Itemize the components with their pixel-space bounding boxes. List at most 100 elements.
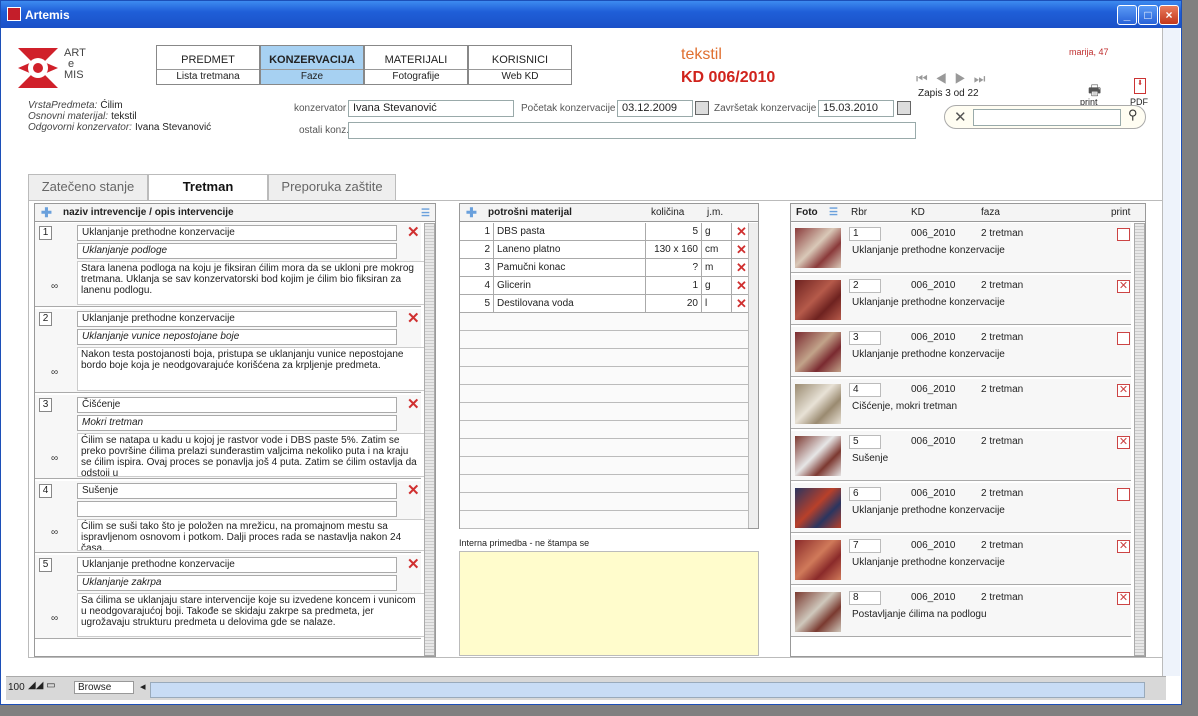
intervention-description[interactable]: Ćilim se natapa u kadu u kojoj je rastvo…: [77, 433, 425, 477]
photo-description[interactable]: Uklanjanje prethodne konzervacije: [849, 349, 1131, 363]
nav-subtab-label[interactable]: Web KD: [469, 69, 571, 84]
nav-tab-predmet[interactable]: PREDMET Lista tretmana: [156, 45, 260, 85]
print-checkbox[interactable]: ✕: [1117, 436, 1130, 449]
intervention-name-field[interactable]: Čišćenje: [77, 397, 397, 413]
delete-material-icon[interactable]: ✕: [736, 260, 747, 275]
calendar-icon[interactable]: [897, 101, 911, 115]
photo-thumbnail[interactable]: [795, 436, 841, 476]
clear-search-icon[interactable]: ✕: [954, 108, 967, 126]
delete-intervention-icon[interactable]: ✕: [407, 557, 420, 572]
photo-rbr[interactable]: 7: [849, 539, 881, 553]
photo-rbr[interactable]: 4: [849, 383, 881, 397]
glasses-icon[interactable]: ∞: [51, 453, 58, 464]
zoom-controls-icon[interactable]: ◢◢ ▭: [28, 680, 56, 691]
material-unit[interactable]: cm: [702, 241, 732, 259]
konzervator-field[interactable]: Ivana Stevanović: [348, 100, 514, 117]
intervention-name-field[interactable]: Uklanjanje prethodne konzervacije: [77, 225, 397, 241]
tab-tretman[interactable]: Tretman: [148, 174, 268, 200]
list-icon[interactable]: ☰: [421, 205, 430, 222]
ostali-field[interactable]: [348, 122, 916, 139]
photo-rbr[interactable]: 5: [849, 435, 881, 449]
delete-intervention-icon[interactable]: ✕: [407, 311, 420, 326]
intervention-name-field[interactable]: Uklanjanje prethodne konzervacije: [77, 557, 397, 573]
nav-tab-korisnici[interactable]: KORISNICI Web KD: [468, 45, 572, 85]
print-checkbox[interactable]: [1117, 228, 1130, 241]
print-checkbox[interactable]: ✕: [1117, 280, 1130, 293]
material-name[interactable]: Glicerin: [494, 277, 646, 295]
material-qty[interactable]: ?: [646, 259, 702, 277]
photo-description[interactable]: Sušenje: [849, 453, 1131, 467]
tab-zateceno-stanje[interactable]: Zatečeno stanje: [28, 174, 148, 200]
material-name[interactable]: DBS pasta: [494, 223, 646, 241]
intervention-description[interactable]: Sa ćilima se uklanjaju stare intervencij…: [77, 593, 425, 637]
print-checkbox[interactable]: ✕: [1117, 384, 1130, 397]
intervention-description[interactable]: Stara lanena podloga na koju je fiksiran…: [77, 261, 425, 305]
delete-material-icon[interactable]: ✕: [736, 242, 747, 257]
material-qty[interactable]: 130 x 160: [646, 241, 702, 259]
print-checkbox[interactable]: ✕: [1117, 592, 1130, 605]
close-button[interactable]: ×: [1159, 5, 1179, 25]
nav-subtab-label[interactable]: Lista tretmana: [157, 69, 259, 84]
photo-rbr[interactable]: 2: [849, 279, 881, 293]
nav-tab-materijali[interactable]: MATERIJALI Fotografije: [364, 45, 468, 85]
maximize-button[interactable]: □: [1138, 5, 1158, 25]
photo-description[interactable]: Uklanjanje prethodne konzervacije: [849, 505, 1131, 519]
delete-material-icon[interactable]: ✕: [736, 278, 747, 293]
material-unit[interactable]: g: [702, 223, 732, 241]
print-checkbox[interactable]: ✕: [1117, 540, 1130, 553]
photo-description[interactable]: Postavljanje ćilima na podlogu: [849, 609, 1131, 623]
delete-material-icon[interactable]: ✕: [736, 224, 747, 239]
add-material-icon[interactable]: ✚: [466, 204, 477, 221]
photo-thumbnail[interactable]: [795, 488, 841, 528]
print-checkbox[interactable]: [1117, 332, 1130, 345]
photo-thumbnail[interactable]: [795, 280, 841, 320]
intervention-description[interactable]: Ćilim se suši tako što je položen na mre…: [77, 519, 425, 551]
photo-rbr[interactable]: 8: [849, 591, 881, 605]
photos-scrollbar[interactable]: [1134, 223, 1145, 656]
delete-intervention-icon[interactable]: ✕: [407, 483, 420, 498]
nav-subtab-label[interactable]: Fotografije: [365, 69, 467, 84]
photo-description[interactable]: Čišćenje, mokri tretman: [849, 401, 1131, 415]
add-intervention-icon[interactable]: ✚: [41, 204, 52, 221]
intervention-name-field[interactable]: Uklanjanje prethodne konzervacije: [77, 311, 397, 327]
glasses-icon[interactable]: ∞: [51, 527, 58, 538]
interventions-scrollbar[interactable]: [424, 223, 435, 656]
scroll-left-icon[interactable]: ◂: [140, 680, 146, 693]
intervention-subtitle-field[interactable]: [77, 501, 397, 517]
minimize-button[interactable]: _: [1117, 5, 1137, 25]
glasses-icon[interactable]: ∞: [51, 613, 58, 624]
material-unit[interactable]: g: [702, 277, 732, 295]
glasses-icon[interactable]: ∞: [51, 281, 58, 292]
search-icon[interactable]: ⚲: [1128, 107, 1138, 123]
pocetak-field[interactable]: 03.12.2009: [617, 100, 693, 117]
photo-thumbnail[interactable]: [795, 228, 841, 268]
horizontal-scrollbar[interactable]: [150, 682, 1145, 698]
nav-subtab-label[interactable]: Faze: [261, 69, 363, 84]
intervention-subtitle-field[interactable]: Uklanjanje zakrpa: [77, 575, 397, 591]
list-icon[interactable]: ☰: [829, 204, 838, 221]
calendar-icon[interactable]: [695, 101, 709, 115]
intervention-subtitle-field[interactable]: Mokri tretman: [77, 415, 397, 431]
material-name[interactable]: Pamučni konac: [494, 259, 646, 277]
photo-thumbnail[interactable]: [795, 540, 841, 580]
zoom-level[interactable]: 100: [8, 682, 25, 693]
delete-intervention-icon[interactable]: ✕: [407, 397, 420, 412]
tab-preporuka-zastite[interactable]: Preporuka zaštite: [268, 174, 396, 200]
intervention-subtitle-field[interactable]: Uklanjanje vunice nepostojane boje: [77, 329, 397, 345]
photo-thumbnail[interactable]: [795, 592, 841, 632]
material-qty[interactable]: 20: [646, 295, 702, 313]
material-unit[interactable]: m: [702, 259, 732, 277]
glasses-icon[interactable]: ∞: [51, 367, 58, 378]
photo-thumbnail[interactable]: [795, 384, 841, 424]
photo-rbr[interactable]: 3: [849, 331, 881, 345]
materials-scrollbar[interactable]: [748, 223, 758, 528]
delete-material-icon[interactable]: ✕: [736, 296, 747, 311]
intervention-subtitle-field[interactable]: Uklanjanje podloge: [77, 243, 397, 259]
photo-description[interactable]: Uklanjanje prethodne konzervacije: [849, 557, 1131, 571]
intervention-description[interactable]: Nakon testa postojanosti boja, pristupa …: [77, 347, 425, 391]
material-name[interactable]: Laneno platno: [494, 241, 646, 259]
photo-description[interactable]: Uklanjanje prethodne konzervacije: [849, 245, 1131, 259]
search-input[interactable]: [973, 109, 1121, 126]
photo-thumbnail[interactable]: [795, 332, 841, 372]
pdf-icon[interactable]: ⬇: [1134, 78, 1146, 94]
